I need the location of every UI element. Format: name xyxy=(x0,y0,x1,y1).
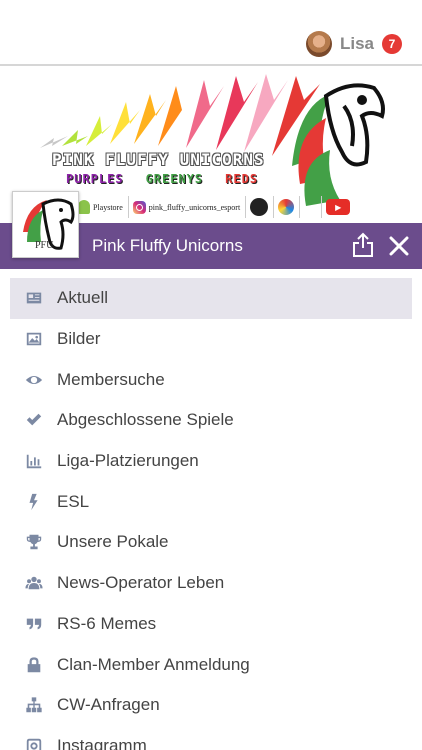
menu-item-aktuell[interactable]: Aktuell xyxy=(10,278,412,319)
menu-item-label: Membersuche xyxy=(57,369,165,389)
esports-logo-icon xyxy=(250,198,269,216)
brand-title: PINK FLUFFY UNICORNS xyxy=(52,150,265,169)
social-links: Playstore pink_fluffy_unicorns_esport ▶ xyxy=(78,196,351,218)
youtube-icon[interactable]: ▶ xyxy=(326,199,351,215)
team-greenys: GREENYS xyxy=(145,172,204,186)
check-icon xyxy=(24,410,44,430)
lock-icon xyxy=(24,655,44,675)
instagram-handle: pink_fluffy_unicorns_esport xyxy=(148,202,241,212)
close-icon[interactable] xyxy=(389,236,409,256)
newspaper-icon xyxy=(24,288,44,308)
menu-item-abgeschlossene-spiele[interactable]: Abgeschlossene Spiele xyxy=(10,400,412,441)
bar-chart-icon xyxy=(24,451,44,471)
eye-icon xyxy=(24,370,44,390)
menu-item-unsere-pokale[interactable]: Unsere Pokale xyxy=(10,522,412,563)
image-icon xyxy=(24,329,44,349)
menu-item-label: Unsere Pokale xyxy=(57,532,169,552)
nav-title: Pink Fluffy Unicorns xyxy=(92,236,243,255)
team-purples: PURPLES xyxy=(66,172,124,186)
team-list: PURPLES GREENYS REDS xyxy=(64,172,260,186)
instagram-icon xyxy=(132,200,146,214)
menu-item-label: Liga-Platzierungen xyxy=(57,451,199,471)
sitemap-icon xyxy=(24,695,44,715)
menu-item-membersuche[interactable]: Membersuche xyxy=(10,359,412,400)
side-menu: Aktuell Bilder Membersuche Abgeschlossen… xyxy=(10,278,412,750)
quote-icon xyxy=(24,614,44,634)
menu-item-clan-member-anmeldung[interactable]: Clan-Member Anmeldung xyxy=(10,644,412,685)
menu-item-label: Instagramm xyxy=(57,735,147,750)
partner-logo-link[interactable] xyxy=(278,196,301,218)
unicorn-mane-artwork xyxy=(40,74,385,206)
menu-item-label: ESL xyxy=(57,491,90,511)
user-menu[interactable]: Lisa 7 xyxy=(305,30,402,58)
menu-item-label: Aktuell xyxy=(57,288,109,308)
menu-item-rs6-memes[interactable]: RS-6 Memes xyxy=(10,604,412,645)
menu-item-label: News-Operator Leben xyxy=(57,573,225,593)
playstore-link[interactable]: Playstore xyxy=(78,196,129,218)
menu-item-news-operator-leben[interactable]: News-Operator Leben xyxy=(10,563,412,604)
blank-slot xyxy=(304,196,323,218)
menu-item-label: CW-Anfragen xyxy=(57,695,160,715)
trophy-icon xyxy=(24,532,44,552)
instagram-icon xyxy=(24,736,44,750)
menu-item-label: RS-6 Memes xyxy=(57,613,157,633)
menu-item-liga-platzierungen[interactable]: Liga-Platzierungen xyxy=(10,441,412,482)
bolt-icon xyxy=(24,492,44,512)
avatar[interactable] xyxy=(305,31,332,57)
menu-item-bilder[interactable]: Bilder xyxy=(10,319,412,360)
team-reds: REDS xyxy=(225,172,259,186)
clan-logo-text: PFU xyxy=(35,240,54,251)
menu-item-esl[interactable]: ESL xyxy=(10,481,412,522)
share-icon[interactable] xyxy=(352,232,374,258)
menu-item-cw-anfragen[interactable]: CW-Anfragen xyxy=(10,685,412,726)
top-bar: Lisa 7 xyxy=(0,0,422,66)
android-icon xyxy=(78,200,90,214)
users-icon xyxy=(24,573,44,593)
instagram-link[interactable]: pink_fluffy_unicorns_esport xyxy=(132,196,247,218)
unicorn-head xyxy=(323,83,385,167)
partner-logo-icon xyxy=(278,199,295,215)
esports-logo-link[interactable] xyxy=(250,196,275,218)
menu-item-label: Bilder xyxy=(57,329,101,349)
user-name[interactable]: Lisa xyxy=(340,34,374,54)
playstore-label: Playstore xyxy=(93,202,123,212)
notification-badge[interactable]: 7 xyxy=(382,34,402,54)
menu-item-label: Abgeschlossene Spiele xyxy=(57,410,234,430)
menu-item-label: Clan-Member Anmeldung xyxy=(57,654,250,674)
menu-item-instagramm[interactable]: Instagramm xyxy=(10,726,412,750)
clan-logo: PFU xyxy=(12,191,79,258)
